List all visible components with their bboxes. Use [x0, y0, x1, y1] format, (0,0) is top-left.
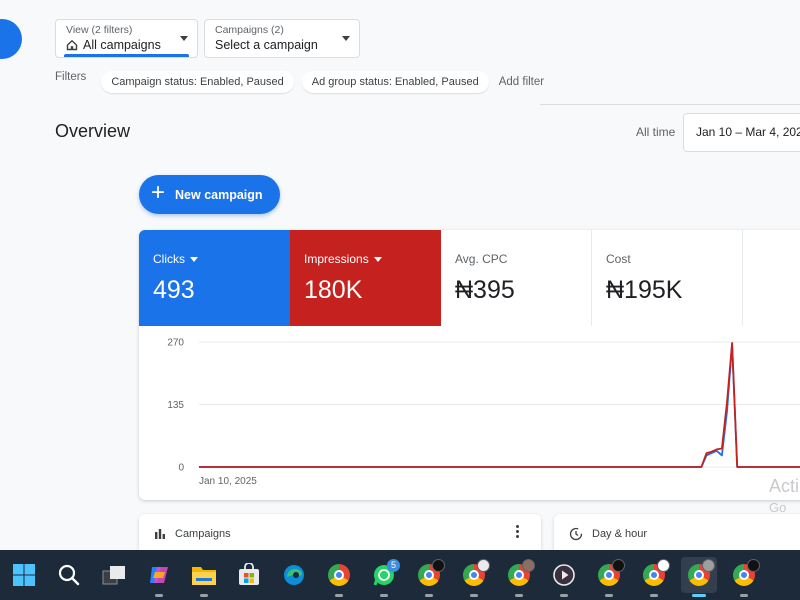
profile-badge [702, 559, 715, 572]
task-view-button[interactable] [96, 557, 132, 593]
filters-label: Filters [55, 71, 87, 83]
home-icon [66, 39, 78, 51]
filter-chip-ad-group-status[interactable]: Ad group status: Enabled, Paused [301, 71, 489, 93]
metric-card-clicks[interactable]: Clicks 493 [139, 230, 290, 326]
chrome-app-8[interactable] [726, 557, 762, 597]
divider [540, 104, 800, 105]
edge-icon [284, 565, 304, 585]
file-explorer-app[interactable] [186, 557, 222, 597]
chrome-app-3[interactable] [456, 557, 492, 597]
activation-watermark: Acti [769, 476, 800, 496]
copilot-app[interactable] [141, 557, 177, 597]
y-tick-label: 135 [167, 400, 184, 411]
start-button[interactable] [6, 557, 42, 593]
profile-badge [657, 559, 670, 572]
account-avatar[interactable] [0, 19, 22, 59]
chevron-down-icon [342, 36, 350, 41]
campaigns-card[interactable]: Campaigns [139, 514, 541, 554]
windows-logo-icon [13, 564, 35, 586]
filter-chip-campaign-status[interactable]: Campaign status: Enabled, Paused [101, 71, 294, 93]
profile-badge [432, 559, 445, 572]
metric-card-impressions[interactable]: Impressions 180K [290, 230, 441, 326]
filters-bar: Filters Campaign status: Enabled, Paused… [55, 70, 544, 94]
y-tick-label: 0 [178, 463, 184, 474]
media-player-app[interactable] [546, 557, 582, 597]
metric-card-cost[interactable]: Cost ₦195K [592, 230, 743, 326]
y-tick-label: 270 [167, 338, 184, 349]
active-underline [64, 54, 189, 57]
view-filter-dropdown[interactable]: View (2 filters) All campaigns [55, 19, 198, 58]
more-vert-icon[interactable] [516, 525, 519, 538]
chrome-app-7-active[interactable] [681, 557, 717, 597]
plus-icon: + [151, 179, 166, 206]
performance-line-chart: 270 135 0 Jan 10, 2025 [167, 338, 800, 487]
search-icon [58, 564, 80, 586]
date-range-label: All time [636, 125, 676, 139]
notification-badge: 5 [387, 559, 400, 572]
profile-badge [612, 559, 625, 572]
view-dropdown-value: All campaigns [83, 38, 161, 52]
caret-down-icon [190, 256, 198, 262]
view-dropdown-label: View (2 filters) [66, 24, 133, 36]
bar-chart-icon [155, 529, 165, 539]
campaigns-dropdown-label: Campaigns (2) [215, 24, 284, 36]
x-tick-label: Jan 10, 2025 [199, 476, 257, 487]
metric-clicks-value: 493 [153, 276, 195, 304]
play-icon [553, 564, 575, 586]
profile-badge [522, 559, 535, 572]
campaigns-dropdown-value: Select a campaign [215, 38, 318, 52]
microsoft-store-app[interactable] [231, 557, 267, 593]
metric-avg-cpc-value: ₦395 [455, 276, 515, 304]
metric-impressions-value: 180K [304, 276, 363, 304]
chrome-app-4[interactable] [501, 557, 537, 597]
whatsapp-app[interactable]: 5 [366, 557, 402, 597]
metric-cost-label: Cost [606, 252, 631, 266]
caret-down-icon [373, 256, 382, 262]
new-campaign-label: New campaign [175, 187, 263, 202]
profile-badge [477, 559, 490, 572]
copilot-icon [150, 567, 168, 583]
profile-badge [747, 559, 760, 572]
date-range-picker[interactable]: Jan 10 – Mar 4, 2025 [683, 113, 800, 152]
new-campaign-button[interactable]: + New campaign [139, 175, 280, 214]
windows-taskbar: 5 [0, 550, 800, 600]
chrome-app-5[interactable] [591, 557, 627, 597]
taskbar-search[interactable] [51, 557, 87, 593]
chevron-down-icon [180, 36, 188, 41]
performance-panel: Clicks 493 Impressions 180K Avg. CPC ₦39… [139, 230, 800, 500]
metric-clicks-label: Clicks [153, 252, 185, 266]
metric-cost-value: ₦195K [606, 276, 683, 304]
chrome-app-1[interactable] [321, 557, 357, 597]
add-filter-button[interactable]: Add filter [499, 76, 544, 88]
day-hour-card[interactable]: Day & hour [554, 514, 800, 554]
day-hour-card-title: Day & hour [592, 528, 648, 540]
metric-avg-cpc-label: Avg. CPC [455, 252, 508, 266]
campaigns-card-title: Campaigns [175, 528, 231, 540]
series-line-clicks [199, 343, 800, 468]
store-icon [239, 563, 259, 585]
chrome-app-6[interactable] [636, 557, 672, 597]
chrome-app-2[interactable] [411, 557, 447, 597]
clock-icon [569, 527, 583, 541]
task-view-icon [102, 566, 125, 585]
campaigns-dropdown[interactable]: Campaigns (2) Select a campaign [204, 19, 360, 58]
metric-impressions-label: Impressions [304, 252, 369, 266]
edge-app[interactable] [276, 557, 312, 593]
metric-card-avg-cpc[interactable]: Avg. CPC ₦395 [441, 230, 592, 326]
chrome-icon [328, 564, 350, 586]
page-title: Overview [55, 121, 131, 141]
folder-icon [192, 567, 216, 585]
